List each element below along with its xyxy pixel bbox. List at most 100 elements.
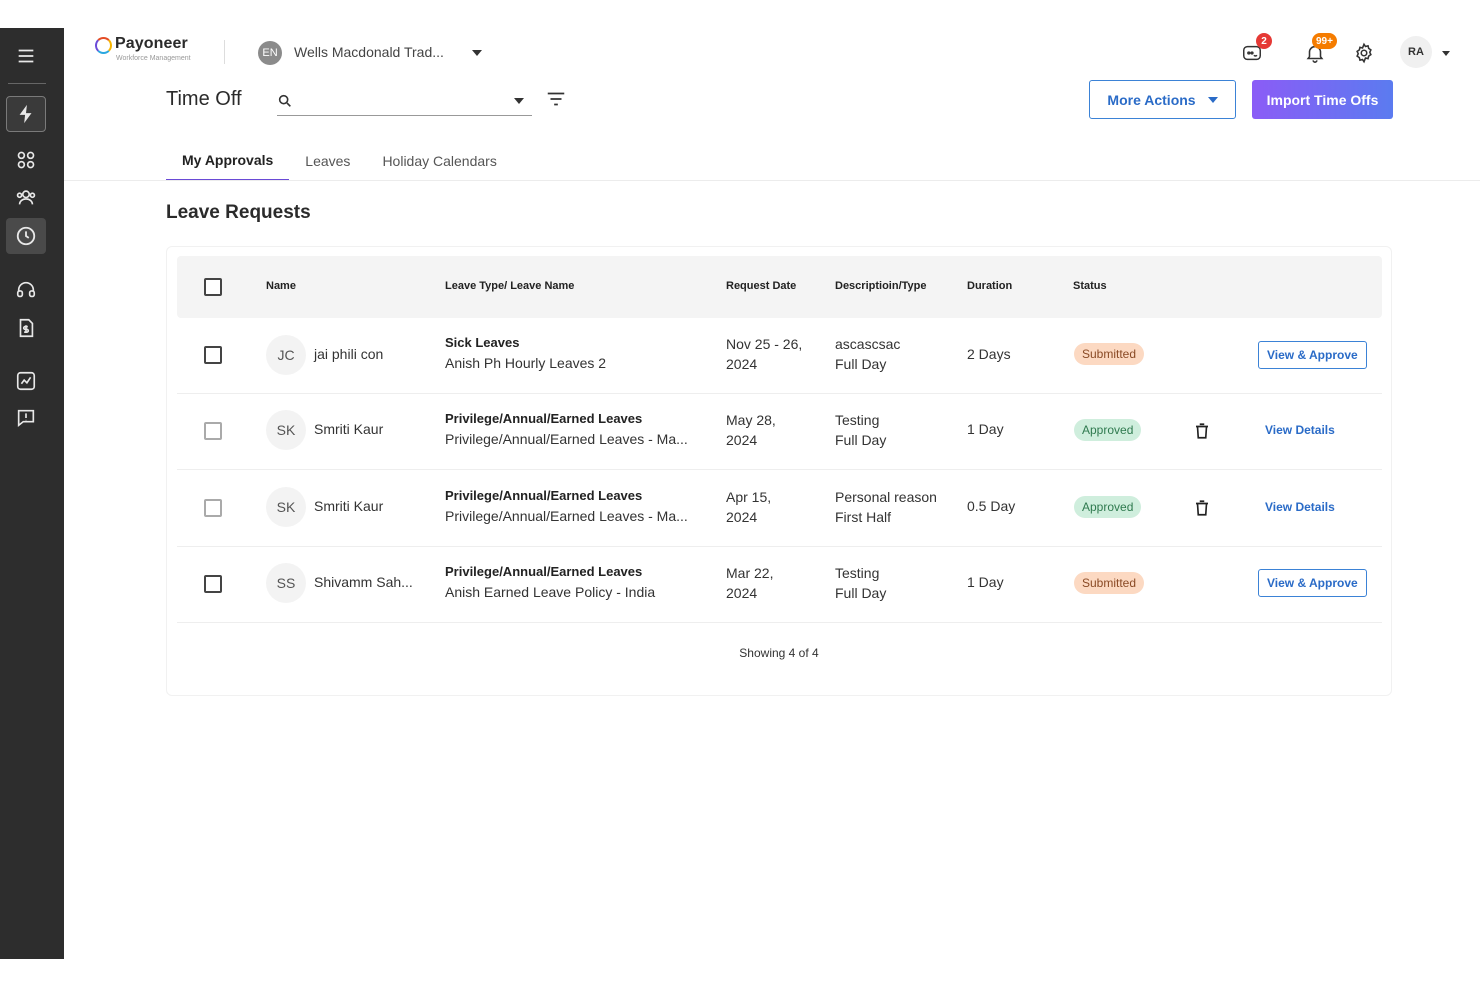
leave-name: Anish Earned Leave Policy - India <box>445 584 656 600</box>
tab-holiday-calendars[interactable]: Holiday Calendars <box>366 140 512 181</box>
description-type: Full Day <box>835 585 887 601</box>
invoice-icon[interactable] <box>6 310 46 346</box>
leave-type: Sick Leaves <box>445 335 520 350</box>
request-date-range: Nov 25 - 26, <box>726 336 803 352</box>
employee-name: jai phili con <box>314 346 384 362</box>
notifications-badge: 99+ <box>1312 33 1337 49</box>
view-details-link[interactable]: View Details <box>1265 500 1335 514</box>
tab-my-approvals[interactable]: My Approvals <box>166 140 290 181</box>
feedback-icon[interactable] <box>6 400 46 436</box>
logo-subtitle: Workforce Management <box>116 55 191 62</box>
lightning-icon[interactable] <box>6 96 46 132</box>
duration: 0.5 Day <box>967 498 1016 514</box>
description-type: Full Day <box>835 356 887 372</box>
row-checkbox[interactable] <box>204 422 222 440</box>
org-avatar[interactable]: EN <box>258 41 282 65</box>
request-date-cell: Nov 25 - 26, 2024 <box>726 334 802 374</box>
description: Testing <box>835 412 880 428</box>
column-header-leave-type: Leave Type/ Leave Name <box>445 280 575 292</box>
request-date-range: May 28, <box>726 412 776 428</box>
tab-leaves[interactable]: Leaves <box>289 140 366 181</box>
org-switcher-name[interactable]: Wells Macdonald Trad... <box>294 44 444 60</box>
row-checkbox[interactable] <box>204 575 222 593</box>
leave-type: Privilege/Annual/Earned Leaves <box>445 488 643 503</box>
people-icon[interactable] <box>6 180 46 216</box>
description: Testing <box>835 565 880 581</box>
view-approve-button[interactable]: View & Approve <box>1258 341 1367 369</box>
request-date-cell: Mar 22, 2024 <box>726 563 773 603</box>
user-menu-chevron-icon[interactable] <box>1442 51 1450 56</box>
column-header-description: Descriptioin/Type <box>835 280 927 292</box>
apps-grid-icon[interactable] <box>6 142 46 178</box>
row-checkbox[interactable] <box>204 499 222 517</box>
leave-name: Privilege/Annual/Earned Leaves - Ma... <box>445 431 688 447</box>
avatar: SK <box>266 410 306 450</box>
description: Personal reason <box>835 489 937 505</box>
search-field[interactable] <box>277 86 532 116</box>
leave-type-cell: Privilege/Annual/Earned Leaves Privilege… <box>445 409 688 449</box>
request-date-cell: May 28, 2024 <box>726 410 776 450</box>
request-date-cell: Apr 15, 2024 <box>726 487 771 527</box>
leave-name: Anish Ph Hourly Leaves 2 <box>445 355 607 371</box>
tabs-divider <box>64 180 1480 181</box>
request-date-year: 2024 <box>726 585 758 601</box>
view-approve-button[interactable]: View & Approve <box>1258 569 1367 597</box>
leave-type: Privilege/Annual/Earned Leaves <box>445 564 643 579</box>
employee-name: Smriti Kaur <box>314 421 384 437</box>
avatar: SS <box>266 563 306 603</box>
logo-name: Payoneer <box>115 35 188 52</box>
employee-name: Shivamm Sah... <box>314 574 413 590</box>
trash-icon[interactable] <box>1193 498 1211 518</box>
duration: 1 Day <box>967 574 1004 590</box>
tabs: My Approvals Leaves Holiday Calendars <box>166 140 513 181</box>
chevron-down-icon[interactable] <box>472 50 482 56</box>
leave-type-cell: Privilege/Annual/Earned Leaves Privilege… <box>445 486 688 526</box>
description-cell: Testing Full Day <box>835 410 886 450</box>
row-checkbox[interactable] <box>204 346 222 364</box>
description-cell: Testing Full Day <box>835 563 886 603</box>
request-date-year: 2024 <box>726 432 758 448</box>
search-dropdown-chevron-icon[interactable] <box>514 98 524 104</box>
sidebar <box>0 28 64 959</box>
employee-name: Smriti Kaur <box>314 498 384 514</box>
description: ascascsac <box>835 336 901 352</box>
import-time-offs-button[interactable]: Import Time Offs <box>1252 80 1393 119</box>
page-title: Time Off <box>166 88 242 110</box>
leave-type-cell: Privilege/Annual/Earned Leaves Anish Ear… <box>445 562 655 602</box>
search-input[interactable] <box>301 90 501 112</box>
user-avatar[interactable]: RA <box>1400 36 1432 68</box>
headset-icon[interactable] <box>6 272 46 308</box>
request-date-range: Apr 15, <box>726 489 772 505</box>
select-all-checkbox[interactable] <box>204 278 222 296</box>
search-icon <box>278 94 291 107</box>
chevron-down-icon <box>1207 96 1218 103</box>
gear-icon[interactable] <box>1351 40 1377 66</box>
avatar: JC <box>266 335 306 375</box>
status-badge: Submitted <box>1074 572 1145 594</box>
logo-ring-icon <box>95 37 112 54</box>
pagination-summary: Showing 4 of 4 <box>739 646 819 660</box>
view-details-link[interactable]: View Details <box>1265 423 1335 437</box>
more-actions-button[interactable]: More Actions <box>1089 80 1236 119</box>
status-badge: Submitted <box>1074 343 1145 365</box>
sidebar-divider <box>8 83 46 84</box>
filter-icon[interactable] <box>544 88 568 110</box>
description-type: Full Day <box>835 432 887 448</box>
status-badge: Approved <box>1074 419 1142 441</box>
section-title: Leave Requests <box>166 202 311 223</box>
request-date-year: 2024 <box>726 509 758 525</box>
payoneer-logo[interactable]: Payoneer Workforce Management <box>95 35 210 65</box>
trash-icon[interactable] <box>1193 421 1211 441</box>
avatar: SK <box>266 487 306 527</box>
analytics-icon[interactable] <box>6 363 46 399</box>
clock-icon[interactable] <box>6 218 46 254</box>
description-cell: Personal reason First Half <box>835 487 937 527</box>
leave-type: Privilege/Annual/Earned Leaves <box>445 411 643 426</box>
leave-name: Privilege/Annual/Earned Leaves - Ma... <box>445 508 688 524</box>
menu-icon[interactable] <box>6 38 46 74</box>
duration: 2 Days <box>967 346 1011 362</box>
column-header-request-date: Request Date <box>726 280 797 292</box>
duration: 1 Day <box>967 421 1004 437</box>
description-cell: ascascsac Full Day <box>835 334 900 374</box>
header-divider <box>224 40 225 64</box>
